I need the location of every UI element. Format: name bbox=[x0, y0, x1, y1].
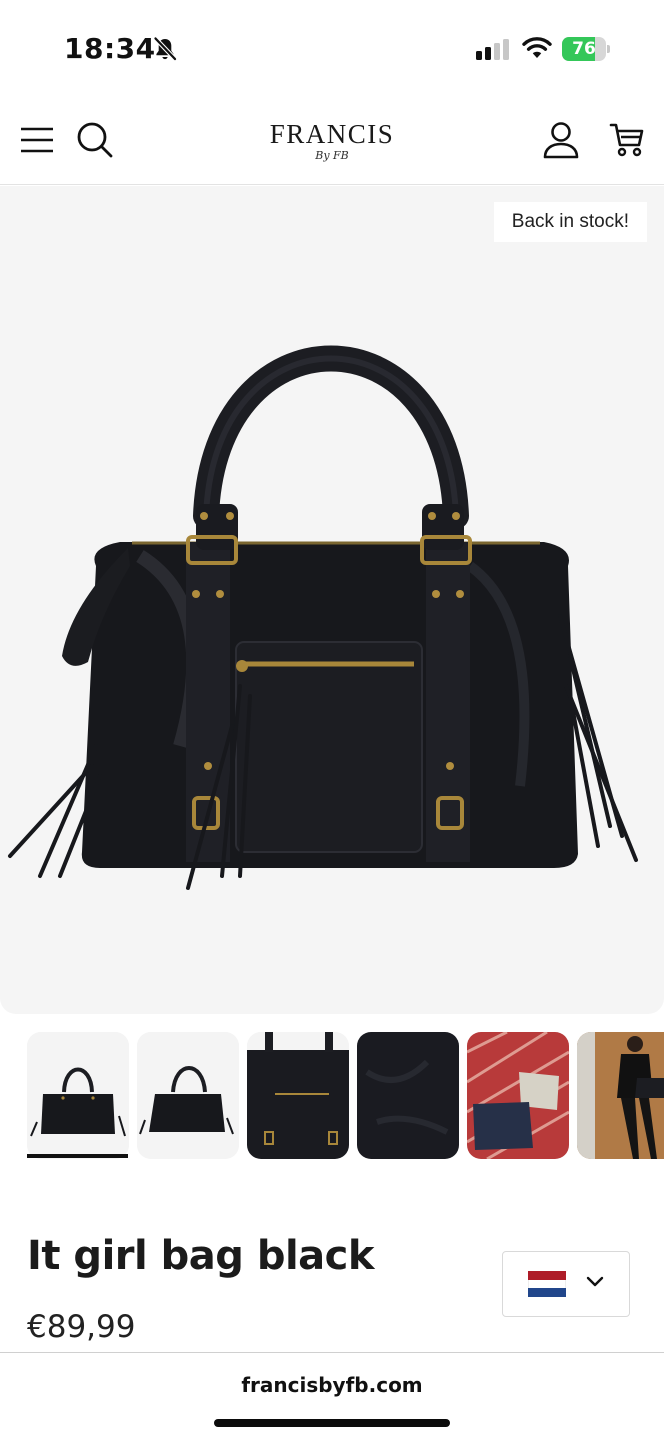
signal-icon bbox=[476, 38, 510, 65]
product-image[interactable]: Back in stock! bbox=[0, 186, 664, 1014]
wifi-icon bbox=[522, 36, 552, 65]
active-thumbnail-indicator bbox=[27, 1154, 128, 1158]
thumbnail-leather-closeup[interactable] bbox=[357, 1032, 459, 1159]
thumbnail-bag-detail[interactable] bbox=[247, 1032, 349, 1159]
status-time: 18:34 bbox=[64, 32, 156, 65]
product-price: €89,99 bbox=[27, 1309, 136, 1345]
status-bar: 18:34 76 bbox=[0, 0, 664, 100]
thumbnail-bag-angle[interactable] bbox=[137, 1032, 239, 1159]
thumbnail-lifestyle-chair[interactable] bbox=[467, 1032, 569, 1159]
handbag-image bbox=[8, 345, 638, 890]
url-text[interactable]: francisbyfb.com bbox=[0, 1373, 664, 1397]
stock-badge: Back in stock! bbox=[493, 202, 647, 242]
thumbnail-bag-front[interactable] bbox=[27, 1032, 129, 1159]
browser-address-bar[interactable]: francisbyfb.com bbox=[0, 1352, 664, 1440]
home-indicator[interactable] bbox=[214, 1419, 450, 1427]
chevron-down-icon bbox=[586, 1275, 604, 1293]
site-logo[interactable]: FRANCIS By FB bbox=[232, 120, 432, 162]
site-header: FRANCIS By FB bbox=[0, 100, 664, 185]
logo-wordmark: FRANCIS bbox=[269, 119, 395, 149]
account-icon[interactable] bbox=[541, 120, 581, 160]
country-selector[interactable] bbox=[502, 1251, 630, 1317]
thumbnail-lifestyle-model[interactable] bbox=[577, 1032, 664, 1159]
menu-icon[interactable] bbox=[17, 120, 57, 160]
product-title: It girl bag black bbox=[27, 1233, 374, 1279]
cart-icon[interactable] bbox=[607, 120, 647, 160]
thumbnail-gallery[interactable] bbox=[0, 1032, 664, 1164]
logo-subtitle: By FB bbox=[315, 149, 349, 162]
bell-off-icon bbox=[152, 36, 178, 67]
battery-indicator: 76 bbox=[562, 37, 610, 61]
search-icon[interactable] bbox=[75, 120, 115, 160]
battery-level: 76 bbox=[572, 39, 596, 59]
netherlands-flag-icon bbox=[528, 1271, 566, 1298]
